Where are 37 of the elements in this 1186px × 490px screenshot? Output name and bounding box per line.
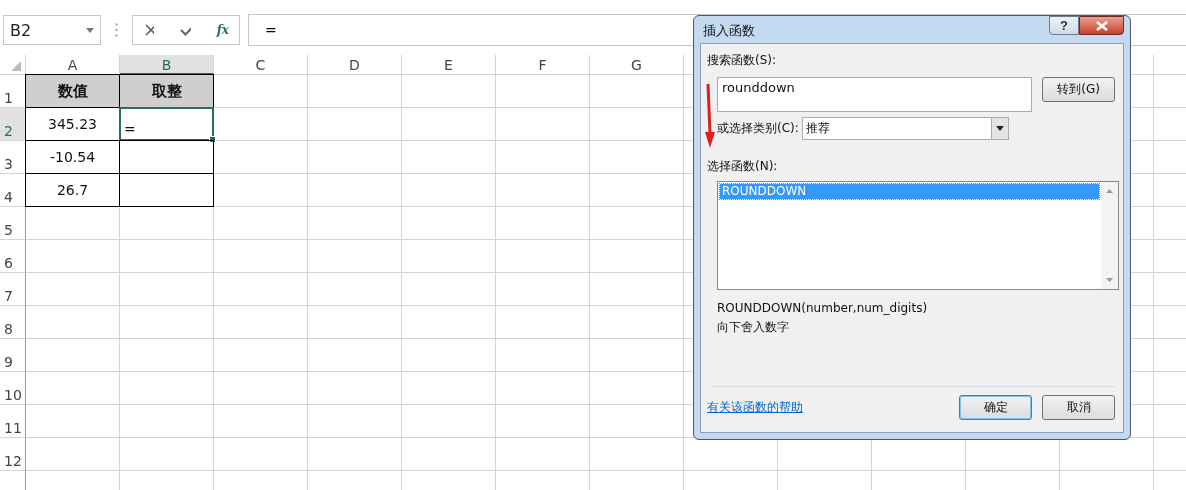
category-label: 或选择类别(C):	[717, 120, 799, 137]
functions-label: 选择函数(N):	[707, 158, 779, 175]
table-cell[interactable]	[119, 140, 214, 174]
table-cell[interactable]	[119, 173, 214, 207]
help-link[interactable]: 有关该函数的帮助	[707, 399, 803, 416]
column-header[interactable]: C	[214, 55, 308, 75]
scrollbar[interactable]	[1101, 182, 1118, 289]
help-button[interactable]: ?	[1049, 16, 1079, 35]
column-header[interactable]: F	[496, 55, 590, 75]
cancel-icon[interactable]	[145, 24, 154, 36]
table-cell[interactable]: 数值	[25, 74, 120, 108]
table-cell[interactable]: 取整	[119, 74, 214, 108]
column-header[interactable]: D	[308, 55, 402, 75]
search-label: 搜索函数(S):	[707, 52, 778, 69]
go-button[interactable]: 转到(G)	[1042, 77, 1115, 102]
scroll-up-icon[interactable]	[1106, 189, 1113, 193]
category-dropdown[interactable]: 推荐	[801, 117, 1009, 140]
row-header[interactable]: 2	[0, 108, 26, 141]
function-signature: ROUNDDOWN(number,num_digits)	[717, 301, 929, 315]
dialog-title: 插入函数	[703, 22, 755, 40]
name-box[interactable]: B2	[3, 15, 101, 45]
column-header[interactable]: G	[590, 55, 684, 75]
dropdown-caret-icon[interactable]	[995, 126, 1004, 131]
dialog-button[interactable]: 取消	[1042, 395, 1115, 420]
annotation-arrow	[705, 83, 715, 148]
function-description: 向下舍入数字	[717, 319, 790, 336]
scroll-down-icon[interactable]	[1106, 278, 1113, 282]
table-cell[interactable]: =	[119, 107, 214, 141]
dialog-button[interactable]: 确定	[959, 395, 1032, 420]
close-icon	[1095, 20, 1108, 31]
search-field[interactable]: rounddown	[717, 77, 1033, 112]
table-cell[interactable]: 26.7	[25, 173, 120, 207]
close-button[interactable]	[1079, 16, 1124, 35]
drag-handle-icon[interactable]	[115, 23, 118, 37]
column-header[interactable]: E	[402, 55, 496, 75]
insert-function-button[interactable]: fx	[216, 23, 229, 37]
column-header[interactable]: B	[120, 55, 214, 75]
